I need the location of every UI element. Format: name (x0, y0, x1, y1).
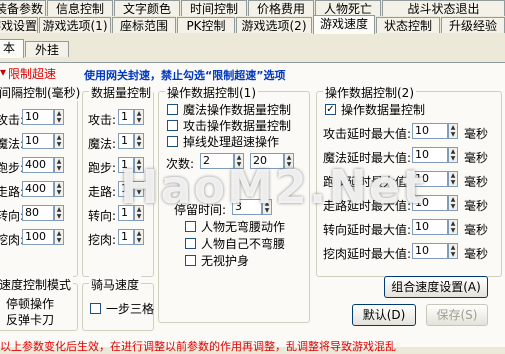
tab-price-fees[interactable]: 价格费用 (248, 0, 314, 16)
default-button[interactable]: 默认(D) (352, 304, 416, 326)
count-label-walk: 走路: (88, 185, 117, 199)
magic-op-checkbox[interactable] (167, 104, 178, 115)
attack-delay-label: 攻击延时最大值: (323, 127, 412, 141)
interval-label-dig: 挖肉: (0, 233, 25, 247)
dig-delay-unit: 毫秒 (464, 247, 489, 261)
op-data-control-2-title: 操作数据控制(2) (323, 84, 416, 101)
one-step-three-checkbox[interactable] (90, 303, 101, 314)
op-data-main-label: 操作数据量控制 (341, 103, 426, 117)
bottom-warning-text: 以上参数变化后生效，在进行调整以前参数的作用再调整，乱调整将导致游戏混乱 (0, 340, 396, 353)
turn-delay-spin[interactable]: ▲ ▼ (448, 219, 458, 235)
interval-input-dig[interactable]: 100 (22, 229, 54, 245)
speed-mode-rebound[interactable]: 反弹卡刀 (6, 311, 54, 328)
ignore-shield-label: 无视护身 (201, 254, 250, 268)
data-count-title: 数据量控制 (89, 84, 154, 101)
interval-input-walk[interactable]: 400 (22, 181, 54, 197)
watermark-logo: HaoM2.Net (120, 160, 427, 214)
ignore-shield-checkbox[interactable] (185, 255, 196, 266)
tab-game-options-1[interactable]: 游戏选项(1) (39, 17, 111, 33)
interval-input-magic[interactable]: 10 (22, 133, 54, 149)
self-no-bend-label: 人物自己不弯腰 (201, 237, 286, 251)
speed-mode-title: 速度控制模式 (0, 276, 74, 293)
interval-label-run: 跑步: (0, 161, 25, 175)
attack-op-checkbox[interactable] (167, 120, 178, 131)
horse-speed-title: 骑马速度 (89, 276, 142, 293)
count-label-attack: 攻击: (88, 113, 117, 127)
speed-mode-pause[interactable]: 停顿操作 (6, 295, 54, 312)
dig-delay-input[interactable]: 10 (412, 243, 448, 259)
walk-delay-spin[interactable]: ▲ ▼ (448, 195, 458, 211)
notice-text: 使用网关封速，禁止勾选“限制超速”选项 (84, 69, 286, 82)
save-button[interactable]: 保存(S) (426, 304, 488, 326)
interval-label-walk: 走路: (0, 185, 25, 199)
count-input-magic[interactable]: 1 (118, 133, 134, 149)
count-label-magic: 魔法: (88, 137, 117, 151)
count-spin-dig[interactable]: ▲ ▼ (134, 229, 144, 245)
count-label-dig: 挖肉: (88, 233, 117, 247)
count-spin-attack[interactable]: ▲ ▼ (134, 109, 144, 125)
self-no-bend-checkbox[interactable] (185, 238, 196, 249)
tab-game-settings[interactable]: 游戏设置 (0, 17, 38, 33)
interval-input-run[interactable]: 400 (22, 157, 54, 173)
magic-delay-unit: 毫秒 (464, 151, 489, 165)
limit-speed-prefix: ▾ (0, 65, 7, 79)
interval-spin-run[interactable]: ▲ ▼ (54, 157, 64, 173)
run-delay-spin[interactable]: ▲ ▼ (448, 171, 458, 187)
tab-character-death[interactable]: 人物死亡 (315, 0, 381, 16)
run-delay-unit: 毫秒 (464, 175, 489, 189)
tab-level-exp[interactable]: 升级经验 (441, 17, 505, 33)
one-step-three-label: 一步三格 (106, 302, 155, 316)
no-bend-checkbox[interactable] (185, 221, 196, 232)
tab-coord-range[interactable]: 座标范围 (112, 17, 176, 33)
attack-op-label: 攻击操作数据量控制 (183, 119, 292, 133)
tab-time-control[interactable]: 时间控制 (181, 0, 247, 16)
interval-input-turn[interactable]: 80 (22, 205, 54, 221)
tab-game-options-2[interactable]: 游戏选项(2) (236, 17, 312, 33)
disconnect-overspeed-checkbox[interactable] (167, 136, 178, 147)
count-input-dig[interactable]: 1 (118, 229, 134, 245)
turn-delay-label: 转向延时最大值: (323, 223, 412, 237)
disconnect-overspeed-label: 掉线处理超速操作 (183, 135, 280, 149)
interval-label-magic: 魔法: (0, 137, 25, 151)
turn-delay-unit: 毫秒 (464, 223, 489, 237)
tab-text-color[interactable]: 文字颜色 (114, 0, 180, 16)
interval-spin-walk[interactable]: ▲ ▼ (54, 181, 64, 197)
no-bend-label: 人物无弯腰动作 (201, 220, 286, 234)
interval-label-turn: 转向: (0, 209, 25, 223)
count-input-attack[interactable]: 1 (118, 109, 134, 125)
count-spin-magic[interactable]: ▲ ▼ (134, 133, 144, 149)
tab-plugin[interactable]: 外挂 (25, 41, 69, 57)
tab-info-control[interactable]: 信息控制 (47, 0, 113, 16)
walk-delay-unit: 毫秒 (464, 199, 489, 213)
interval-input-attack[interactable]: 10 (22, 109, 54, 125)
tab-battle-exit[interactable]: 战斗状态退出 (382, 0, 505, 16)
tab-basic[interactable]: 本 (0, 39, 24, 58)
limit-speed-label[interactable]: 限制超速 (8, 65, 56, 82)
interval-spin-dig[interactable]: ▲ ▼ (54, 229, 64, 245)
count-label-turn: 转向: (88, 209, 117, 223)
op-data-main-checkbox[interactable]: ✓ (325, 104, 336, 115)
magic-delay-spin[interactable]: ▲ ▼ (448, 147, 458, 163)
attack-delay-input[interactable]: 10 (412, 123, 448, 139)
count-label-run: 跑步: (88, 161, 117, 175)
tab-equip-params[interactable]: 装备参数 (0, 0, 46, 16)
tab-status-control[interactable]: 状态控制 (376, 17, 440, 33)
interval-spin-turn[interactable]: ▲ ▼ (54, 205, 64, 221)
interval-label-attack: 攻击: (0, 113, 25, 127)
attack-delay-spin[interactable]: ▲ ▼ (448, 123, 458, 139)
op-data-control-1-title: 操作数据控制(1) (165, 84, 258, 101)
magic-op-label: 魔法操作数据量控制 (183, 103, 292, 117)
tab-game-speed[interactable]: 游戏速度 (313, 15, 375, 34)
attack-delay-unit: 毫秒 (464, 127, 489, 141)
interval-spin-attack[interactable]: ▲ ▼ (54, 109, 64, 125)
interval-spin-magic[interactable]: ▲ ▼ (54, 133, 64, 149)
dig-delay-label: 挖肉延时最大值: (323, 247, 412, 261)
combo-speed-button[interactable]: 组合速度设置(A) (384, 276, 488, 298)
tab-pk-control[interactable]: PK控制 (177, 17, 235, 33)
dig-delay-spin[interactable]: ▲ ▼ (448, 243, 458, 259)
turn-delay-input[interactable]: 10 (412, 219, 448, 235)
interval-control-title: 间隔控制(毫秒) (0, 84, 83, 101)
